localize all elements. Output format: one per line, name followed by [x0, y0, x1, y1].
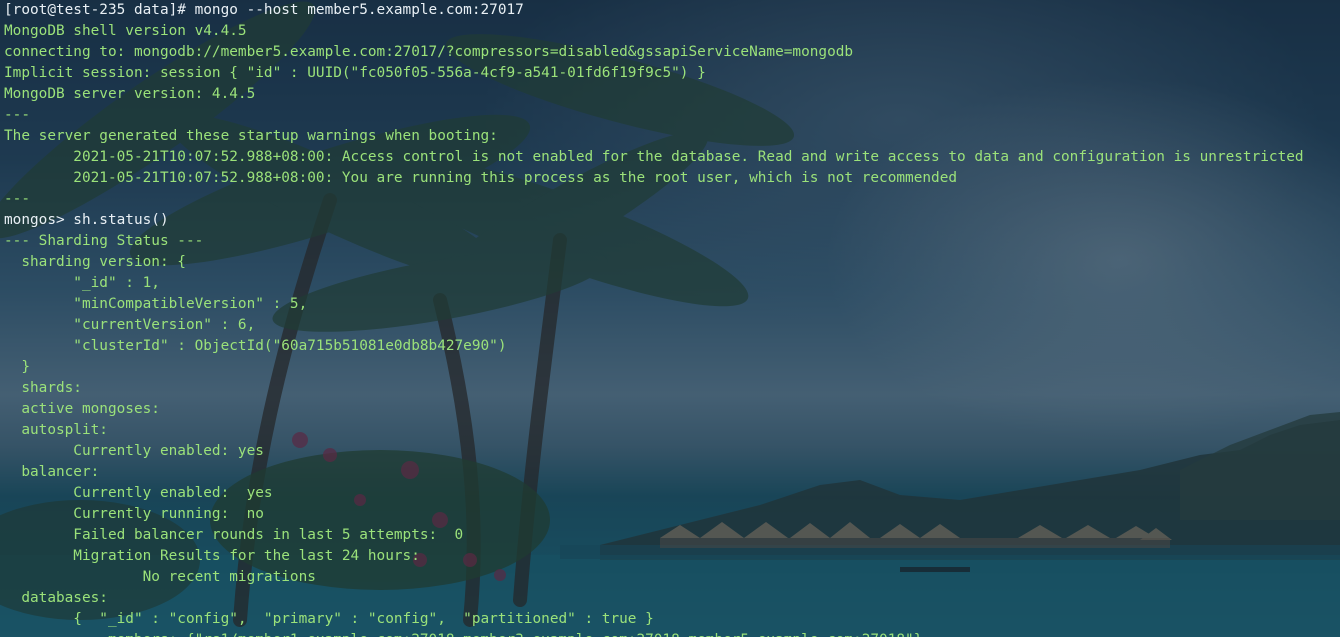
terminal-line: ---	[4, 107, 30, 123]
terminal-line: MongoDB server version: 4.4.5	[4, 86, 256, 102]
terminal-line: "currentVersion" : 6,	[4, 317, 256, 333]
terminal-output[interactable]: [root@test-235 data]# mongo --host membe…	[4, 0, 1340, 637]
terminal-line: Currently running: no	[4, 506, 264, 522]
terminal-line: "clusterId" : ObjectId("60a715b51081e0db…	[4, 338, 507, 354]
terminal-line: autosplit:	[4, 422, 108, 438]
terminal-line: balancer:	[4, 464, 100, 480]
terminal-line: }	[4, 359, 30, 375]
terminal-line: --- Sharding Status ---	[4, 233, 204, 249]
terminal-line: Failed balancer rounds in last 5 attempt…	[4, 527, 464, 543]
terminal-line: Currently enabled: yes	[4, 443, 264, 459]
terminal-line: { "_id" : "config", "primary" : "config"…	[4, 611, 654, 627]
terminal-line: Implicit session: session { "id" : UUID(…	[4, 65, 706, 81]
terminal-line: MongoDB shell version v4.4.5	[4, 23, 247, 39]
terminal-line: [root@test-235 data]# mongo --host membe…	[4, 2, 524, 18]
terminal-line: "minCompatibleVersion" : 5,	[4, 296, 308, 312]
terminal-line: connecting to: mongodb://member5.example…	[4, 44, 854, 60]
terminal-line: 2021-05-21T10:07:52.988+08:00: You are r…	[4, 170, 958, 186]
terminal-line: Migration Results for the last 24 hours:	[4, 548, 420, 564]
terminal-line: sharding version: {	[4, 254, 186, 270]
terminal-line: shards:	[4, 380, 82, 396]
terminal-line: active mongoses:	[4, 401, 160, 417]
terminal-line: No recent migrations	[4, 569, 316, 585]
terminal-line: "_id" : 1,	[4, 275, 160, 291]
terminal-line: Currently enabled: yes	[4, 485, 273, 501]
terminal-line: The server generated these startup warni…	[4, 128, 498, 144]
terminal-line: 2021-05-21T10:07:52.988+08:00: Access co…	[4, 149, 1304, 165]
terminal-line: ---	[4, 191, 30, 207]
terminal-line: members: {"rs1/member1.example.com:27018…	[4, 630, 1340, 637]
terminal-line: databases:	[4, 590, 108, 606]
terminal-line: mongos> sh.status()	[4, 212, 169, 228]
